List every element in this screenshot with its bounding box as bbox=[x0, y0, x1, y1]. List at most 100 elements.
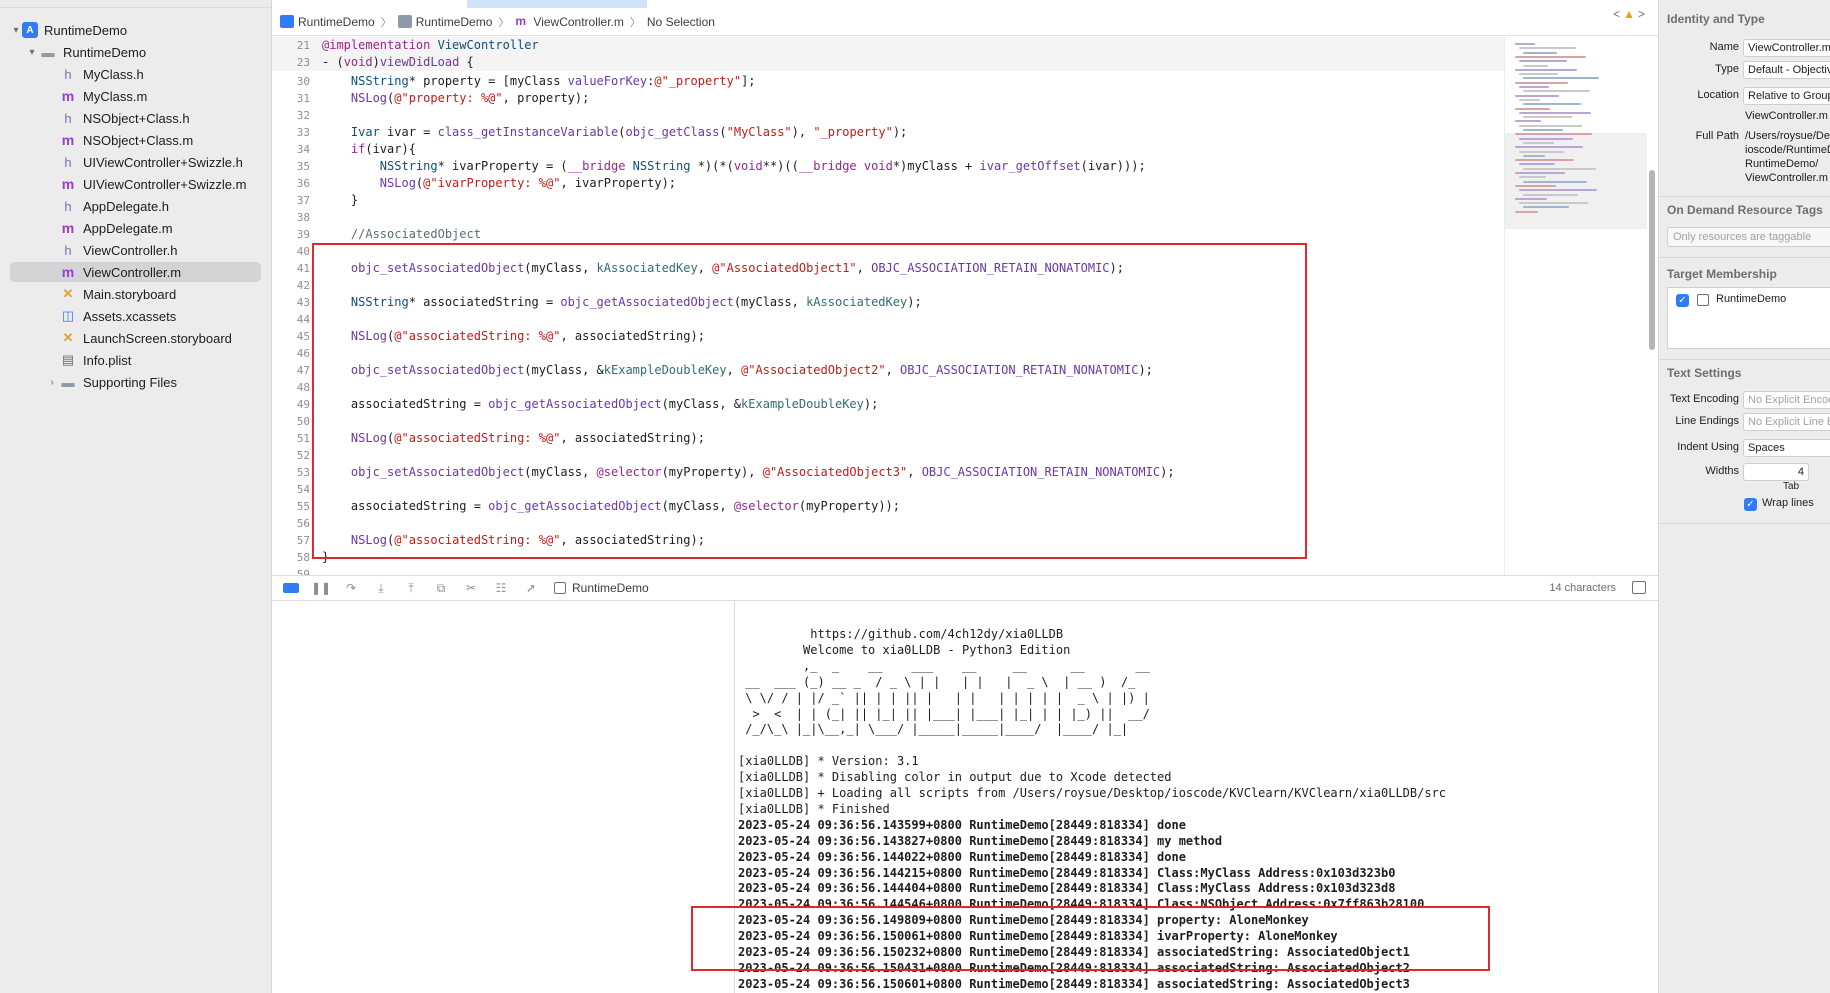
console-output[interactable]: https://github.com/4ch12dy/xia0LLDB Welc… bbox=[736, 601, 1658, 993]
code-text: associatedString = objc_getAssociatedObj… bbox=[322, 396, 878, 413]
disclosure-down-icon[interactable]: ▾ bbox=[26, 47, 38, 58]
code-line[interactable]: 45 NSLog(@"associatedString: %@", associ… bbox=[272, 328, 1504, 345]
code-line[interactable]: 44 bbox=[272, 311, 1504, 328]
chevron-right-icon[interactable]: > bbox=[1638, 7, 1648, 21]
step-out-icon[interactable]: ⤒ bbox=[402, 580, 420, 596]
code-line[interactable]: 21 @implementation ViewController bbox=[272, 37, 1504, 54]
navigator-item[interactable]: ◫ Assets.xcassets bbox=[10, 306, 261, 326]
code-line[interactable]: 33 Ivar ivar = class_getInstanceVariable… bbox=[272, 124, 1504, 141]
scrollbar-thumb[interactable] bbox=[1649, 170, 1655, 350]
navigator-item[interactable]: ✕ LaunchScreen.storyboard bbox=[10, 328, 261, 348]
code-line[interactable]: 32 bbox=[272, 107, 1504, 124]
navigator-item[interactable]: ▤ Info.plist bbox=[10, 350, 261, 370]
pause-icon[interactable]: ❚❚ bbox=[311, 580, 331, 596]
code-line[interactable]: 31 NSLog(@"property: %@", property); bbox=[272, 90, 1504, 107]
variables-view[interactable] bbox=[272, 601, 735, 993]
tags-field[interactable]: Only resources are taggable bbox=[1667, 227, 1830, 247]
navigator-item[interactable]: ✕ Main.storyboard bbox=[10, 284, 261, 304]
code-line[interactable]: 37 } bbox=[272, 192, 1504, 209]
environment-overrides-icon[interactable]: ☷ bbox=[492, 580, 510, 596]
code-line[interactable]: 52 bbox=[272, 447, 1504, 464]
navigator-item[interactable]: h NSObject+Class.h bbox=[10, 108, 261, 128]
step-over-icon[interactable]: ↷ bbox=[342, 580, 360, 596]
code-line[interactable]: 39 //AssociatedObject bbox=[272, 226, 1504, 243]
line-number: 38 bbox=[296, 211, 310, 224]
encoding-select[interactable]: No Explicit Encoding bbox=[1743, 391, 1830, 409]
target-checkbox[interactable]: ✓ bbox=[1676, 294, 1689, 307]
code-line[interactable]: 42 bbox=[272, 277, 1504, 294]
navigator-item[interactable]: h ViewController.h bbox=[10, 240, 261, 260]
line-number: 39 bbox=[296, 228, 310, 241]
code-token: **)(( bbox=[762, 159, 799, 173]
code-area[interactable]: 21 @implementation ViewController 23- (voi… bbox=[272, 37, 1504, 575]
code-line[interactable]: 56 bbox=[272, 515, 1504, 532]
code-line[interactable]: 59 bbox=[272, 566, 1504, 575]
name-field[interactable]: ViewController.m bbox=[1743, 39, 1830, 57]
code-text: Ivar ivar = class_getInstanceVariable (ob… bbox=[322, 124, 907, 141]
code-line[interactable]: 53 objc_setAssociatedObject(myClass, @se… bbox=[272, 464, 1504, 481]
code-line[interactable]: 36 NSLog(@"ivarProperty: %@", ivarProper… bbox=[272, 175, 1504, 192]
tab-width-field[interactable]: 4 bbox=[1743, 463, 1809, 481]
jump-bar-controls: <▲> bbox=[1613, 7, 1648, 21]
minimap[interactable] bbox=[1504, 37, 1647, 575]
code-line[interactable]: 57 NSLog(@"associatedString: %@", associ… bbox=[272, 532, 1504, 549]
code-line[interactable]: 55 associatedString = objc_getAssociated… bbox=[272, 498, 1504, 515]
code-token: , associatedString); bbox=[560, 533, 705, 547]
breadcrumb-symbol[interactable]: No Selection bbox=[647, 15, 715, 29]
breadcrumb-file[interactable]: m ViewController.m bbox=[515, 15, 623, 29]
code-line[interactable]: 50 bbox=[272, 413, 1504, 430]
code-line[interactable]: 54 bbox=[272, 481, 1504, 498]
code-line[interactable]: 35 NSString* ivarProperty = (__bridge NS… bbox=[272, 158, 1504, 175]
code-line[interactable]: 43 NSString* associatedString = objc_get… bbox=[272, 294, 1504, 311]
code-line[interactable]: 58} bbox=[272, 549, 1504, 566]
debug-target[interactable]: RuntimeDemo bbox=[554, 581, 649, 595]
type-select[interactable]: Default - Objective-C Source bbox=[1743, 61, 1830, 79]
breadcrumb-group[interactable]: RuntimeDemo bbox=[397, 15, 492, 29]
code-line[interactable]: 49 associatedString = objc_getAssociated… bbox=[272, 396, 1504, 413]
wrap-lines-checkbox[interactable]: ✓ bbox=[1744, 498, 1757, 511]
step-into-icon[interactable]: ⤓ bbox=[372, 580, 390, 596]
hide-console-icon[interactable] bbox=[1632, 581, 1646, 594]
minimap-line bbox=[1519, 60, 1567, 63]
code-line[interactable]: 51 NSLog(@"associatedString: %@", associ… bbox=[272, 430, 1504, 447]
navigator-item[interactable]: h AppDelegate.h bbox=[10, 196, 261, 216]
navigator-item[interactable]: h MyClass.h bbox=[10, 64, 261, 84]
navigator-item[interactable]: m AppDelegate.m bbox=[10, 218, 261, 238]
code-line[interactable]: 48 bbox=[272, 379, 1504, 396]
code-line[interactable]: 23 - (void)viewDidLoad { bbox=[272, 54, 1504, 71]
navigator-item-label: UIViewController+Swizzle.m bbox=[83, 176, 247, 192]
navigator-item[interactable]: m NSObject+Class.m bbox=[10, 130, 261, 150]
warning-icon[interactable]: ▲ bbox=[1623, 7, 1638, 21]
navigator-item[interactable]: › ▬ Supporting Files bbox=[10, 372, 261, 392]
navigator-item-label: Supporting Files bbox=[83, 374, 177, 390]
navigator-item[interactable]: ▾ ▬ RuntimeDemo bbox=[10, 42, 261, 62]
breadcrumb-project[interactable]: RuntimeDemo bbox=[280, 15, 375, 29]
editor-scrollbar[interactable] bbox=[1646, 37, 1658, 575]
breakpoints-toggle-icon[interactable] bbox=[282, 580, 300, 596]
code-line[interactable]: 40 bbox=[272, 243, 1504, 260]
console-line: [xia0LLDB] + Loading all scripts from /U… bbox=[738, 786, 1447, 800]
disclosure-right-icon[interactable]: › bbox=[46, 377, 58, 388]
code-line[interactable]: 41 objc_setAssociatedObject(myClass, kAs… bbox=[272, 260, 1504, 277]
line-endings-select[interactable]: No Explicit Line Endings bbox=[1743, 413, 1830, 431]
chevron-left-icon[interactable]: < bbox=[1613, 7, 1623, 21]
location-select[interactable]: Relative to Group bbox=[1743, 87, 1830, 105]
navigator-item[interactable]: ▾ A RuntimeDemo bbox=[10, 20, 261, 40]
navigator-item[interactable]: m ViewController.m bbox=[10, 262, 261, 282]
code-line[interactable]: 38 bbox=[272, 209, 1504, 226]
code-token: @selector bbox=[733, 499, 799, 513]
disclosure-down-icon[interactable]: ▾ bbox=[10, 25, 22, 36]
location-icon[interactable]: ➚ bbox=[522, 580, 540, 596]
navigator-item[interactable]: h UIViewController+Swizzle.h bbox=[10, 152, 261, 172]
navigator-item[interactable]: m UIViewController+Swizzle.m bbox=[10, 174, 261, 194]
chevron-right-icon: 〉 bbox=[629, 16, 641, 29]
code-line[interactable]: 47 objc_setAssociatedObject(myClass, &kE… bbox=[272, 362, 1504, 379]
code-line[interactable]: 46 bbox=[272, 345, 1504, 362]
code-line[interactable]: 30 NSString* property = [myClass valueFo… bbox=[272, 73, 1504, 90]
memory-graph-icon[interactable]: ✂ bbox=[462, 580, 480, 596]
code-line[interactable]: 34 if(ivar){ bbox=[272, 141, 1504, 158]
view-hierarchy-icon[interactable]: ⧉ bbox=[432, 580, 450, 596]
indent-select[interactable]: Spaces bbox=[1743, 439, 1830, 457]
navigator-item[interactable]: m MyClass.m bbox=[10, 86, 261, 106]
